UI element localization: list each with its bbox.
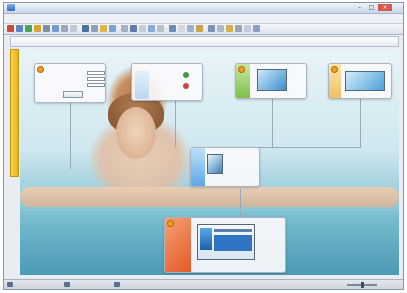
photo-thumbnail[interactable]: [345, 71, 385, 91]
photo-node-blue[interactable]: [190, 147, 260, 187]
connector-line: [272, 99, 273, 147]
toolbar-icon[interactable]: [25, 25, 32, 32]
thumbnail-sidebar: [200, 228, 212, 250]
background-photo-face: [116, 107, 156, 159]
node-badge-icon: [167, 220, 174, 227]
status-bar: [4, 279, 403, 289]
toolbar-icon[interactable]: [139, 25, 146, 32]
toolbar-icon[interactable]: [16, 25, 23, 32]
thumbnail-header: [214, 229, 252, 232]
photo-thumbnail[interactable]: [257, 69, 287, 91]
screen-node-orange[interactable]: [164, 217, 286, 273]
toolbar-icon[interactable]: [7, 25, 14, 32]
form-field-2[interactable]: [87, 77, 105, 81]
statusbar-icon: [7, 282, 13, 287]
menu-bar: [4, 14, 403, 24]
node-badge-icon: [238, 66, 245, 73]
toolbar-icon[interactable]: [43, 25, 50, 32]
diagram-canvas[interactable]: [20, 49, 399, 275]
toolbar-icon[interactable]: [61, 25, 68, 32]
side-panel-tab[interactable]: [10, 49, 19, 177]
photo-node-green[interactable]: [235, 63, 307, 99]
form-field-3[interactable]: [87, 83, 105, 87]
title-bar: – □ ×: [4, 3, 403, 14]
zoom-slider[interactable]: [347, 282, 377, 288]
screen-thumbnail[interactable]: [197, 224, 255, 260]
toolbar-icon[interactable]: [109, 25, 116, 32]
toolbar-icon[interactable]: [196, 25, 203, 32]
toolbar-icon[interactable]: [52, 25, 59, 32]
toolbar-icon[interactable]: [253, 25, 260, 32]
application-window: – □ ×: [3, 2, 404, 290]
toolbar-icon[interactable]: [82, 25, 89, 32]
minimize-icon[interactable]: –: [354, 4, 365, 11]
close-icon[interactable]: ×: [378, 4, 392, 11]
background-photo-arms: [20, 187, 399, 207]
toolbar: [4, 24, 403, 35]
node-badge-icon: [37, 66, 44, 73]
node-badge-icon: [331, 66, 338, 73]
form-node[interactable]: [34, 63, 106, 103]
options-node[interactable]: [131, 63, 203, 101]
form-button[interactable]: [63, 91, 83, 98]
toolbar-icon[interactable]: [187, 25, 194, 32]
toolbar-icon[interactable]: [100, 25, 107, 32]
cross-icon[interactable]: [183, 83, 189, 89]
toolbar-icon[interactable]: [148, 25, 155, 32]
toolbar-icon[interactable]: [70, 25, 77, 32]
toolbar-icon[interactable]: [244, 25, 251, 32]
check-icon[interactable]: [183, 72, 189, 78]
node-strip: [135, 71, 149, 99]
toolbar-icon[interactable]: [178, 25, 185, 32]
maximize-icon[interactable]: □: [366, 4, 377, 11]
node-strip: [191, 148, 205, 186]
toolbar-icon[interactable]: [121, 25, 128, 32]
toolbar-icon[interactable]: [91, 25, 98, 32]
thumbnail-content: [214, 235, 252, 251]
toolbar-icon[interactable]: [235, 25, 242, 32]
photo-node-yellow[interactable]: [328, 63, 392, 99]
form-field-1[interactable]: [87, 71, 105, 75]
toolbar-icon[interactable]: [217, 25, 224, 32]
connector-line: [360, 99, 361, 147]
toolbar-icon[interactable]: [208, 25, 215, 32]
toolbar-icon[interactable]: [157, 25, 164, 32]
statusbar-icon: [114, 282, 120, 287]
app-icon: [7, 4, 15, 11]
toolbar-icon[interactable]: [169, 25, 176, 32]
toolbar-icon[interactable]: [34, 25, 41, 32]
photo-thumbnail[interactable]: [207, 154, 223, 174]
connector-line: [175, 99, 176, 147]
toolbar-icon[interactable]: [130, 25, 137, 32]
statusbar-icon: [64, 282, 70, 287]
document-header: [10, 36, 399, 47]
zoom-slider-knob[interactable]: [361, 282, 364, 288]
connector-line: [70, 99, 71, 169]
toolbar-icon[interactable]: [226, 25, 233, 32]
connector-line: [240, 189, 241, 217]
